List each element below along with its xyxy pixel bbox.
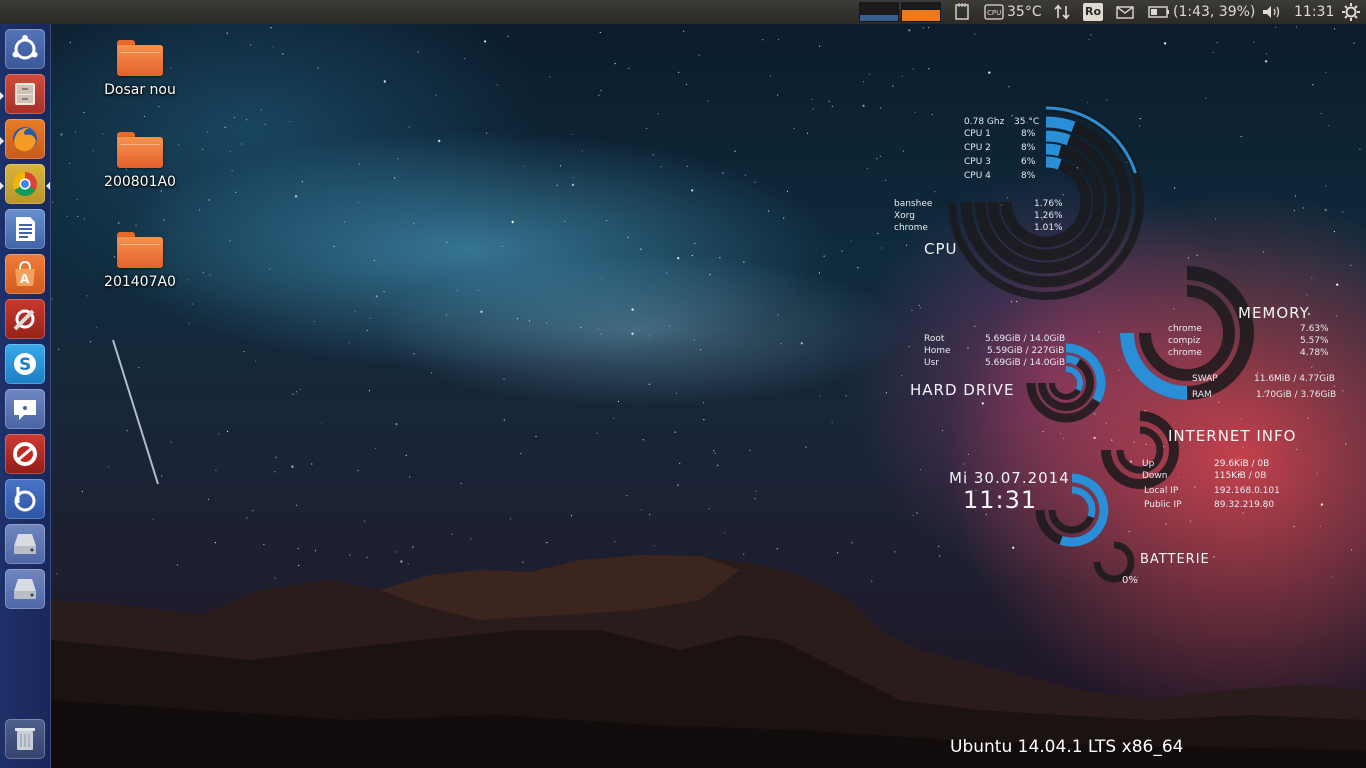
- cpu-process-name: banshee: [894, 199, 933, 209]
- public-ip-value: 89.32.219.80: [1214, 500, 1275, 510]
- battery-title: BATTERIE: [1140, 552, 1210, 567]
- mount-usage: 5.69GiB / 14.0GiB: [985, 334, 1066, 344]
- cpu-frequency: 0.78 Ghz: [964, 117, 1005, 127]
- cpu-core-label: CPU 4: [964, 171, 991, 181]
- conky-date: Mi 30.07.2014: [949, 469, 1070, 487]
- cpu-core-ring-fill: [1045, 130, 1071, 146]
- memory-process-value: 5.57%: [1300, 336, 1329, 346]
- net-up-label: Up: [1142, 459, 1155, 469]
- cpu-process-name: chrome: [894, 223, 928, 233]
- internet-title: INTERNET INFO: [1168, 427, 1297, 445]
- cpu-process-value: 1.76%: [1034, 199, 1063, 209]
- disk-home-ring-fill: [1065, 354, 1080, 366]
- local-ip-label: Local IP: [1144, 486, 1179, 496]
- ram-value: 1.70GiB / 3.76GiB: [1256, 390, 1337, 400]
- cpu-title: CPU: [924, 240, 958, 258]
- cpu-core-value: 8%: [1021, 129, 1036, 139]
- swap-label: SWAP: [1192, 374, 1218, 384]
- cpu-temp-value: 35 °C: [1014, 117, 1040, 127]
- cpu-process-value: 1.26%: [1034, 211, 1063, 221]
- net-down-value: 115KiB / 0B: [1214, 471, 1267, 481]
- mount-name: Root: [924, 334, 945, 344]
- cpu-process-name: Xorg: [894, 211, 915, 221]
- public-ip-label: Public IP: [1144, 500, 1182, 510]
- cpu-core-ring-fill: [1045, 156, 1062, 170]
- net-up-value: 29.6KiB / 0B: [1214, 459, 1270, 469]
- conky-rings: [948, 104, 1254, 583]
- mount-name: Usr: [924, 358, 939, 368]
- memory-process-name: compiz: [1168, 336, 1201, 346]
- mount-name: Home: [924, 346, 951, 356]
- cpu-core-label: CPU 1: [964, 129, 991, 139]
- cpu-core-value: 8%: [1021, 143, 1036, 153]
- cpu-core-value: 6%: [1021, 157, 1036, 167]
- disk-usr-ring-fill: [1065, 366, 1083, 392]
- memory-process-name: chrome: [1168, 324, 1202, 334]
- cpu-core-ring-fill: [1045, 143, 1062, 157]
- cpu-core-label: CPU 3: [964, 157, 991, 167]
- memory-process-name: chrome: [1168, 348, 1202, 358]
- hard-drive-title: HARD DRIVE: [910, 381, 1015, 399]
- cpu-core-label: CPU 2: [964, 143, 991, 153]
- clock-inner-ring-fill: [1071, 486, 1096, 518]
- net-down-label: Down: [1142, 471, 1168, 481]
- cpu-core-ring-fill: [1045, 116, 1076, 133]
- local-ip-value: 192.168.0.101: [1214, 486, 1280, 496]
- battery-percent: 0%: [1122, 575, 1138, 586]
- ram-label: RAM: [1192, 390, 1212, 400]
- mount-usage: 5.69GiB / 14.0GiB: [985, 358, 1066, 368]
- battery-ring-track: [1093, 541, 1135, 583]
- memory-title: MEMORY: [1238, 304, 1310, 322]
- swap-value: 11.6MiB / 4.77GiB: [1254, 374, 1335, 384]
- cpu-core-value: 8%: [1021, 171, 1036, 181]
- mount-usage: 5.59GiB / 227GiB: [987, 346, 1065, 356]
- conky-time: 11:31: [963, 486, 1038, 514]
- os-version: Ubuntu 14.04.1 LTS x86_64: [950, 737, 1184, 757]
- memory-process-value: 4.78%: [1300, 348, 1329, 358]
- memory-process-value: 7.63%: [1300, 324, 1329, 334]
- cpu-process-value: 1.01%: [1034, 223, 1063, 233]
